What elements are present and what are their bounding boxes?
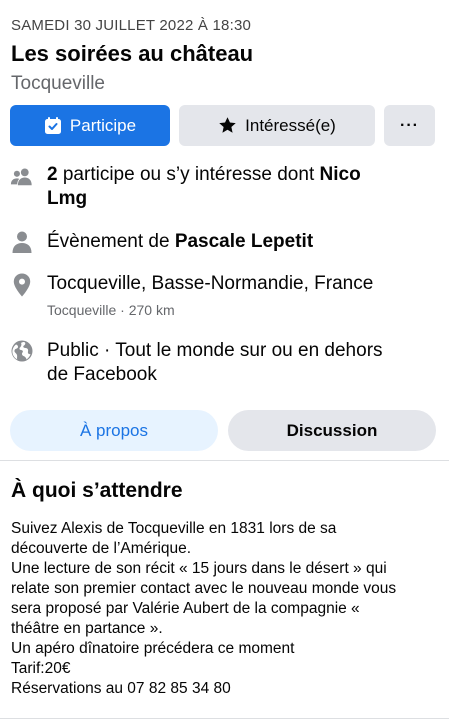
person-icon: [10, 230, 34, 254]
organizer-name[interactable]: Pascale Lepetit: [175, 231, 313, 252]
star-icon: [218, 116, 237, 135]
privacy-text: Public · Tout le monde sur ou en dehors …: [47, 339, 437, 387]
event-location-subtitle: Tocqueville: [11, 73, 105, 94]
interested-label: Intéressé(e): [245, 115, 336, 135]
attendance-count: 2: [47, 164, 58, 185]
participate-button[interactable]: Participe: [10, 105, 170, 146]
participate-label: Participe: [69, 115, 137, 135]
people-icon: [10, 165, 34, 189]
attendance-row[interactable]: 2 participe ou s’y intéresse dont Nico L…: [0, 163, 449, 215]
location-row[interactable]: Tocqueville, Basse-Normandie, France Toc…: [0, 272, 449, 320]
about-heading: À quoi s’attendre: [11, 479, 183, 502]
description-line: relate son premier contact avec le nouve…: [11, 580, 397, 597]
description-line: sera proposé par Valérie Aubert de la co…: [11, 600, 360, 617]
attendance-name-first: Nico: [319, 164, 361, 185]
description-line: Une lecture de son récit « 15 jours dans…: [11, 560, 387, 577]
location-text: Tocqueville, Basse-Normandie, France: [47, 273, 374, 294]
attendance-text: 2 participe ou s’y intéresse dont Nico L…: [47, 163, 437, 211]
organizer-row[interactable]: Évènement de Pascale Lepetit: [0, 230, 449, 256]
description-line: théâtre en partance ».: [11, 620, 163, 637]
calendar-check-icon: [44, 116, 62, 135]
globe-icon: [10, 339, 34, 363]
about-description: Suivez Alexis de Tocqueville en 1831 lor…: [11, 519, 441, 699]
attendance-name-second: Lmg: [47, 188, 88, 209]
interested-button[interactable]: Intéressé(e): [179, 105, 375, 146]
description-line: Tarif:20€: [11, 660, 71, 677]
attendance-phrase: participe ou s’y intéresse dont: [57, 164, 320, 185]
bottom-divider: [0, 718, 449, 719]
tab-discussion[interactable]: Discussion: [228, 410, 436, 451]
event-title: Les soirées au château: [11, 41, 254, 66]
more-options-icon: ···: [400, 116, 419, 134]
more-options-button[interactable]: ···: [384, 105, 435, 146]
privacy-row: Public · Tout le monde sur ou en dehors …: [0, 339, 449, 389]
location-pin-icon: [10, 273, 34, 297]
privacy-line-1: Public · Tout le monde sur ou en dehors: [47, 340, 383, 361]
location-distance: Tocqueville · 270 km: [47, 302, 175, 318]
description-line: Réservations au 07 82 85 34 80: [11, 680, 231, 697]
description-line: Suivez Alexis de Tocqueville en 1831 lor…: [11, 520, 337, 537]
event-date: SAMEDI 30 JUILLET 2022 À 18:30: [11, 17, 252, 34]
description-line: Un apéro dînatoire précédera ce moment: [11, 640, 295, 657]
tab-about[interactable]: À propos: [10, 410, 218, 451]
section-divider: [0, 460, 449, 461]
description-line: découverte de l’Amérique.: [11, 540, 192, 557]
privacy-line-2: de Facebook: [47, 364, 157, 385]
organizer-prefix: Évènement de: [47, 231, 175, 252]
